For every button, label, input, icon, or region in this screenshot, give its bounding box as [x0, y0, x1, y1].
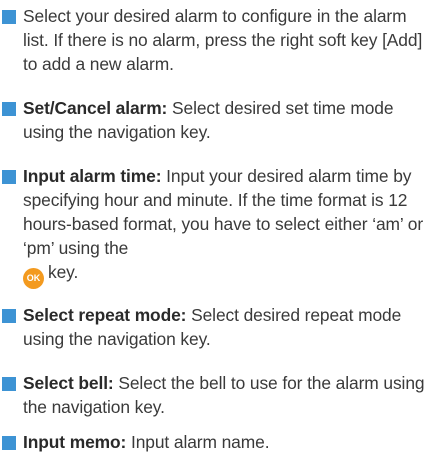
item-body: Input alarm name.: [126, 432, 270, 452]
list-item-select-repeat-mode: Select repeat mode: Select desired repea…: [0, 303, 431, 351]
list-item-text: Input alarm time: Input your desired ala…: [23, 164, 427, 289]
list-item-text: Input memo: Input alarm name.: [23, 430, 427, 454]
item-label: Select repeat mode:: [23, 305, 187, 325]
list-item-set-cancel-alarm: Set/Cancel alarm: Select desired set tim…: [0, 96, 431, 144]
square-bullet-icon: [2, 10, 16, 24]
list-item-input-alarm-time: Input alarm time: Input your desired ala…: [0, 164, 431, 289]
square-bullet-icon: [2, 309, 16, 323]
square-bullet-icon: [2, 102, 16, 116]
item-label: Input alarm time:: [23, 166, 162, 186]
square-bullet-icon: [2, 377, 16, 391]
alarm-instructions: Select your desired alarm to configure i…: [0, 0, 431, 457]
list-item-text: Select your desired alarm to configure i…: [23, 4, 427, 76]
list-item-text: Set/Cancel alarm: Select desired set tim…: [23, 96, 427, 144]
list-item-select-bell: Select bell: Select the bell to use for …: [0, 371, 431, 419]
ok-key-icon: OK: [23, 268, 44, 289]
item-body: Select your desired alarm to configure i…: [23, 6, 423, 74]
list-item-text: Select repeat mode: Select desired repea…: [23, 303, 427, 351]
square-bullet-icon: [2, 436, 16, 450]
item-label: Set/Cancel alarm:: [23, 98, 168, 118]
item-label: Input memo:: [23, 432, 127, 452]
list-item-input-memo: Input memo: Input alarm name.: [0, 430, 431, 454]
list-item-select-alarm: Select your desired alarm to configure i…: [0, 4, 431, 76]
square-bullet-icon: [2, 170, 16, 184]
list-item-text: Select bell: Select the bell to use for …: [23, 371, 427, 419]
item-label: Select bell:: [23, 373, 114, 393]
item-body-after-key: key.: [48, 262, 79, 282]
